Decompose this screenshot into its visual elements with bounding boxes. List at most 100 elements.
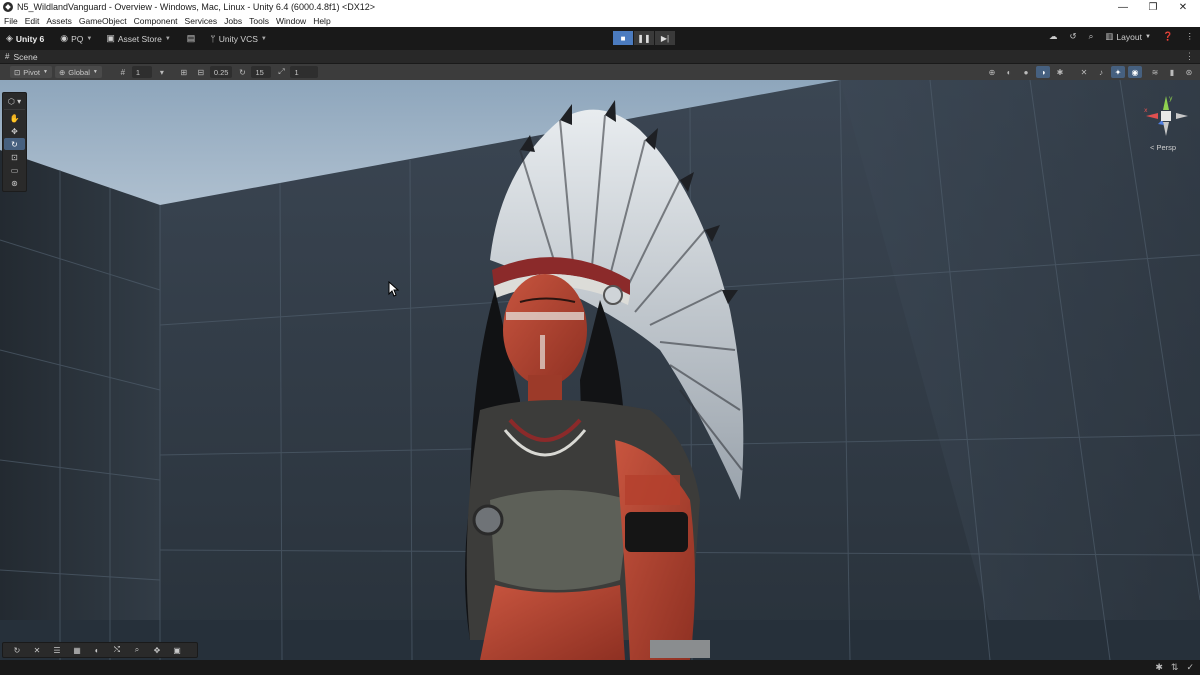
transform-tool-icon[interactable]: ⊛ xyxy=(4,177,25,189)
audio-toggle-icon[interactable]: ♪ xyxy=(1094,66,1108,78)
unity-logo-icon: ◈ xyxy=(6,33,13,43)
draw-mode-icon[interactable]: ◑ xyxy=(1036,66,1050,78)
rotate-snap-field[interactable]: 15 xyxy=(251,66,272,78)
search-icon[interactable]: ⌕ xyxy=(129,644,145,656)
package-icon: ▤ xyxy=(186,33,196,43)
orientation-icon[interactable]: ⊕ xyxy=(985,66,999,78)
account-label: PQ xyxy=(71,33,84,44)
search-icon[interactable]: ⌕ xyxy=(1089,31,1094,42)
play-button[interactable]: ■ xyxy=(613,31,633,45)
chevron-down-icon[interactable]: ▾ xyxy=(155,66,169,78)
hand-tool-icon[interactable]: ✋ xyxy=(4,112,25,124)
orientation-gizmo[interactable]: y x < Persp xyxy=(1138,92,1194,162)
package-icon-button[interactable]: ▤ xyxy=(183,31,203,47)
move-tool-icon[interactable]: ✥ xyxy=(4,125,25,137)
refresh-icon[interactable]: ↻ xyxy=(9,644,25,656)
menu-tools[interactable]: Tools xyxy=(249,16,269,26)
chevron-down-icon: ▼ xyxy=(164,35,171,42)
scale-snap-icon[interactable]: ⤢ xyxy=(274,66,288,78)
unity-version-button[interactable]: ◈ Unity 6 xyxy=(2,31,48,47)
unity-version-label: Unity 6 xyxy=(15,33,45,44)
pivot-label: Pivot xyxy=(23,67,40,77)
history-icon[interactable]: ↺ xyxy=(1070,31,1077,42)
rect-tool-icon[interactable]: ▭ xyxy=(4,164,25,176)
unity-vcs-dropdown[interactable]: ᛘ Unity VCS ▼ xyxy=(206,31,271,47)
scene-toolbar: ⊡ Pivot ▼ ⊕ Global ▼ # 1 ▾ ⊞ ⊟ 0.25 ↻ 15… xyxy=(0,64,1200,80)
projection-label[interactable]: < Persp xyxy=(1150,143,1176,152)
grid-snap-icon[interactable]: # xyxy=(116,66,130,78)
menu-window[interactable]: Window xyxy=(276,16,306,26)
cube-icon[interactable]: ⬡ ▾ xyxy=(4,94,25,110)
path-icon[interactable]: ⤭ xyxy=(109,644,125,656)
menu-edit[interactable]: Edit xyxy=(25,16,40,26)
scene-tab-icon: # xyxy=(5,52,10,61)
lighting-toggle-icon[interactable]: ✕ xyxy=(1077,66,1091,78)
close-button[interactable]: ✕ xyxy=(1168,0,1198,14)
main-toolbar: ◈ Unity 6 ◉ PQ ▼ ▣ Asset Store ▼ ▤ ᛘ Uni… xyxy=(0,27,1200,50)
chevron-down-icon: ▼ xyxy=(1144,33,1151,40)
move-icon[interactable]: ✥ xyxy=(149,644,165,656)
half-circle-icon[interactable]: ◐ xyxy=(89,644,105,656)
pause-button[interactable]: ❚❚ xyxy=(634,31,654,45)
visibility-icon[interactable]: ◉ xyxy=(1128,66,1142,78)
menu-file[interactable]: File xyxy=(4,16,18,26)
cloud-icon[interactable]: ☁ xyxy=(1049,31,1058,42)
camera-icon[interactable]: ▮ xyxy=(1165,66,1179,78)
asset-store-dropdown[interactable]: ▣ Asset Store ▼ xyxy=(102,31,174,47)
menu-help[interactable]: Help xyxy=(313,16,330,26)
step-button[interactable]: ▶| xyxy=(655,31,675,45)
menu-gameobject[interactable]: GameObject xyxy=(79,16,127,26)
pivot-icon: ⊡ xyxy=(14,67,21,77)
scene-viewport[interactable] xyxy=(0,80,1200,660)
more-menu-icon[interactable]: ⋮ xyxy=(1186,31,1195,42)
restore-button[interactable]: ❐ xyxy=(1138,0,1168,14)
account-dropdown[interactable]: ◉ PQ ▼ xyxy=(56,31,96,47)
camera-icon[interactable]: ▣ xyxy=(169,644,185,656)
rotate-snap-icon[interactable]: ↻ xyxy=(235,66,249,78)
pivot-dropdown[interactable]: ⊡ Pivot ▼ xyxy=(10,66,52,78)
menu-component[interactable]: Component xyxy=(134,16,178,26)
move-snap-icon[interactable]: ⊟ xyxy=(194,66,208,78)
chevron-down-icon: ▼ xyxy=(42,69,48,75)
midriff xyxy=(480,585,625,660)
tab-menu-icon[interactable]: ⋮ xyxy=(1185,51,1194,62)
axis-gizmo-icon[interactable]: y x xyxy=(1138,92,1194,142)
unity-vcs-label: Unity VCS xyxy=(218,33,258,44)
scene-tab[interactable]: # Scene ⋮ xyxy=(0,50,1200,64)
list-icon[interactable]: ☰ xyxy=(49,644,65,656)
tools-overlay: ⬡ ▾ ✋ ✥ ↻ ⊡ ▭ ⊛ xyxy=(2,92,27,192)
grid-size-field[interactable]: 1 xyxy=(131,66,152,78)
layout-dropdown[interactable]: ▥ Layout ▼ xyxy=(1105,31,1151,42)
rotate-tool-icon[interactable]: ↻ xyxy=(4,138,25,150)
chevron-down-icon: ▼ xyxy=(86,35,93,42)
network-icon[interactable]: ⇅ xyxy=(1171,662,1179,673)
grid-icon[interactable]: ▦ xyxy=(69,644,85,656)
debug-icon[interactable]: ✱ xyxy=(1053,66,1067,78)
asset-store-label: Asset Store xyxy=(117,33,162,44)
menu-services[interactable]: Services xyxy=(185,16,218,26)
global-dropdown[interactable]: ⊕ Global ▼ xyxy=(54,66,102,78)
bone-icon[interactable]: ✕ xyxy=(29,644,45,656)
menu-assets[interactable]: Assets xyxy=(46,16,72,26)
gizmos-icon[interactable]: ⊛ xyxy=(1182,66,1196,78)
effects-icon[interactable]: ✦ xyxy=(1111,66,1125,78)
scale-snap-field[interactable]: 1 xyxy=(290,66,319,78)
increment-snap-icon[interactable]: ⊞ xyxy=(177,66,191,78)
chevron-down-icon: ▼ xyxy=(92,69,98,75)
help-icon[interactable]: ❓ xyxy=(1163,31,1174,42)
play-controls: ■ ❚❚ ▶| xyxy=(613,31,676,45)
scene-render xyxy=(0,80,1200,660)
layers-icon[interactable]: ≋ xyxy=(1148,66,1162,78)
scale-tool-icon[interactable]: ⊡ xyxy=(4,151,25,163)
bug-icon[interactable]: ✱ xyxy=(1155,662,1163,673)
move-snap-field[interactable]: 0.25 xyxy=(209,66,233,78)
menu-jobs[interactable]: Jobs xyxy=(224,16,242,26)
shaded-wireframe-icon[interactable]: ◐ xyxy=(1002,66,1016,78)
scene-tab-label: Scene xyxy=(13,51,38,62)
window-title: N5_WildlandVanguard - Overview - Windows… xyxy=(17,2,375,12)
shaded-icon[interactable]: ● xyxy=(1019,66,1033,78)
title-bar: N5_WildlandVanguard - Overview - Windows… xyxy=(0,0,1200,14)
check-circle-icon[interactable]: ✓ xyxy=(1186,662,1194,673)
left-wall xyxy=(0,150,160,660)
minimize-button[interactable]: — xyxy=(1108,0,1138,14)
